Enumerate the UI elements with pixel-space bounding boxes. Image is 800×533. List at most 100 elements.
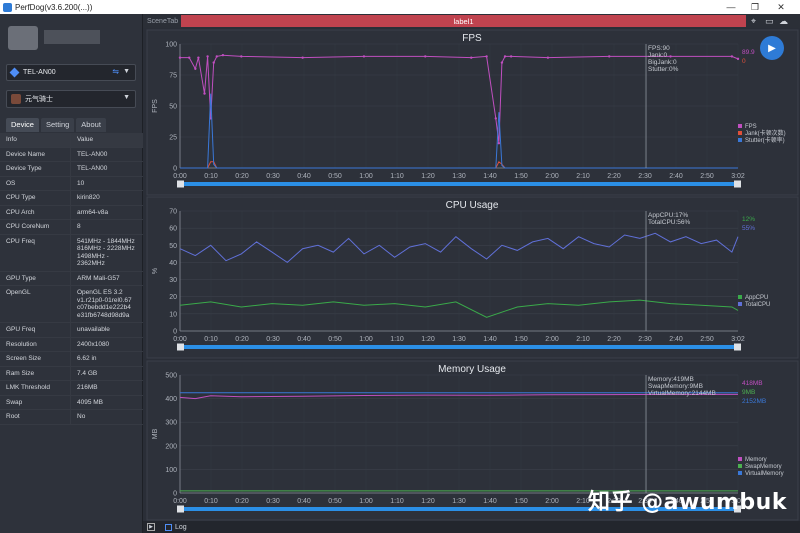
log-label: Log: [175, 523, 187, 531]
data-point: [608, 55, 611, 58]
device-select[interactable]: TEL-AN00 ⇋ ▼: [6, 64, 136, 81]
x-tick-label: 0:30: [266, 336, 280, 343]
y-tick-label: 75: [169, 73, 177, 80]
x-tick-label: 0:50: [328, 336, 342, 343]
x-tick-label: 2:40: [669, 173, 683, 180]
location-icon[interactable]: ⌖: [751, 16, 756, 27]
tab-device[interactable]: Device: [6, 118, 39, 132]
x-tick-label: 0:10: [204, 173, 218, 180]
chart-panel: [146, 29, 799, 196]
chart-title: CPU Usage: [446, 200, 499, 211]
x-tick-label: 2:20: [607, 336, 621, 343]
charts-svg: FPSFPS02550751000:00 0:10 0:20 0:30 0:40 0:50…: [146, 29, 799, 521]
cursor-readout: FPS:90: [648, 45, 670, 52]
table-row: Device Name TEL-AN00: [0, 147, 143, 162]
header-info: Info: [0, 133, 71, 147]
table-row: Root No: [0, 410, 143, 425]
x-tick-label: 1:30: [452, 336, 466, 343]
data-point: [509, 55, 513, 58]
legend-swatch: [738, 295, 742, 299]
data-point: [197, 56, 200, 59]
cursor-readout: Stutter:0%: [648, 66, 679, 73]
legend-swatch: [738, 138, 742, 142]
data-point: [212, 61, 215, 64]
current-value: 89.9: [742, 49, 755, 56]
chart-title: FPS: [462, 33, 482, 44]
x-tick-label: 0:40: [297, 173, 311, 180]
legend-label: SwapMemory: [745, 464, 782, 470]
watermark: 知乎 @awumbuk: [588, 490, 787, 515]
x-tick-label: 2:50: [700, 336, 714, 343]
x-tick-label: 1:00: [359, 173, 373, 180]
x-tick-label: 2:50: [700, 173, 714, 180]
x-tick-label: 0:50: [328, 498, 342, 505]
avatar: [8, 26, 38, 50]
x-tick-label: 1:40: [483, 498, 497, 505]
tab-about[interactable]: About: [76, 118, 106, 132]
y-tick-label: 30: [169, 277, 177, 284]
current-value: 12%: [742, 216, 755, 223]
y-tick-label: 70: [169, 209, 177, 216]
cloud-icon[interactable]: ☁: [779, 16, 788, 27]
timeline-scrollbar: [180, 182, 738, 186]
table-row: OS 10: [0, 176, 143, 191]
row-value: TEL-AN00: [77, 165, 108, 172]
y-tick-label: 60: [169, 226, 177, 233]
data-point: [215, 55, 218, 58]
app-select[interactable]: 元气骑士 ▼: [6, 90, 136, 108]
row-key: GPU Type: [0, 271, 71, 285]
account-name-blurred: [44, 30, 100, 44]
maximize-button[interactable]: ❐: [744, 0, 766, 14]
x-tick-label: 1:40: [483, 336, 497, 343]
x-tick-label: 1:10: [390, 173, 404, 180]
data-point: [730, 55, 734, 58]
x-tick-label: 3:02: [731, 173, 745, 180]
x-tick-label: 2:40: [669, 336, 683, 343]
tab-setting[interactable]: Setting: [40, 118, 75, 132]
table-row: CPU Arch arm64-v8a: [0, 205, 143, 220]
x-tick-label: 3:02: [731, 336, 745, 343]
row-key: LMK Threshold: [0, 381, 71, 395]
x-tick-label: 1:00: [359, 498, 373, 505]
app-name: 元气骑士: [25, 96, 53, 103]
row-value: 2400x1080: [77, 340, 110, 348]
y-axis-label: MB: [152, 428, 159, 439]
minimize-button[interactable]: —: [720, 0, 742, 14]
x-tick-label: 0:00: [173, 336, 187, 343]
table-row: LMK Threshold 216MB: [0, 381, 143, 396]
x-tick-label: 1:10: [390, 498, 404, 505]
bottom-bar: ▶ Log: [143, 521, 800, 533]
folder-icon[interactable]: ▭: [765, 16, 774, 27]
row-key: Ram Size: [0, 366, 71, 380]
y-tick-label: 500: [165, 373, 177, 380]
device-name: TEL-AN00: [23, 69, 56, 76]
y-tick-label: 50: [169, 243, 177, 250]
close-button[interactable]: ✕: [770, 0, 792, 14]
legend-swatch: [738, 124, 742, 128]
cursor-readout: AppCPU:17%: [648, 212, 688, 219]
x-tick-label: 2:20: [607, 173, 621, 180]
chart-area: FPS FPS 0 25 50 75 100 0:00 0:10 0:20 0:30 0:40 0:50…: [145, 28, 800, 521]
x-tick-label: 2:30: [638, 336, 652, 343]
x-tick-label: 1:40: [483, 173, 497, 180]
x-tick-label: 1:50: [514, 173, 528, 180]
row-value: kirin820: [77, 194, 100, 201]
current-value: 0: [742, 58, 746, 65]
cursor-readout: BigJank:0: [648, 59, 677, 66]
expand-icon[interactable]: ▶: [147, 523, 155, 531]
header-value: Value: [77, 136, 94, 143]
legend-label: Stutter(卡顿率): [745, 136, 785, 144]
sidebar: TEL-AN00 ⇋ ▼ 元气骑士 ▼ Device Setting About…: [0, 14, 143, 533]
scrollbar-handle-right: [734, 343, 741, 351]
legend-label: Memory: [745, 457, 767, 463]
current-value: 2152MB: [742, 398, 766, 405]
legend-label: Jank(卡顿次数): [745, 129, 786, 137]
row-value: ARM Mali-G57: [77, 274, 120, 282]
scene-label[interactable]: label1: [181, 15, 746, 27]
log-checkbox[interactable]: [165, 523, 172, 531]
table-row: GPU Freq unavailable: [0, 323, 143, 338]
play-button[interactable]: ▶: [760, 36, 784, 60]
row-value: 7.4 GB: [77, 369, 98, 377]
scene-tab-label[interactable]: SceneTab: [143, 18, 181, 25]
chart-panel: [146, 196, 799, 359]
